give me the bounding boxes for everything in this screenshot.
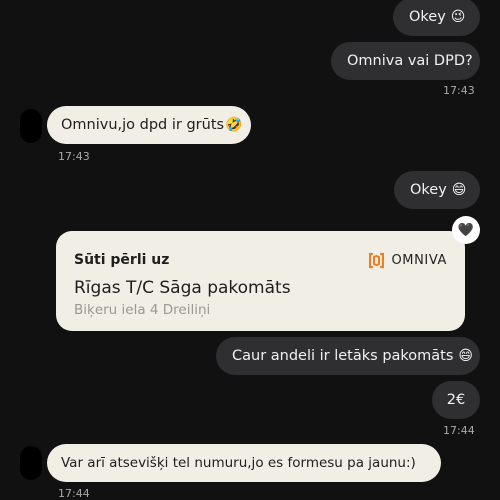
carrier-name: OMNIVA [391,252,447,268]
black-heart-icon: 🖤 [457,222,475,238]
avatar[interactable] [20,446,42,480]
grin-emoji-icon: 😄 [451,182,467,198]
parcel-locker-card[interactable]: Sūti pērli uz OMNIVA Rīgas T/C Sāga pako… [56,231,465,331]
message-text: Okey [410,182,447,198]
locker-name: Rīgas T/C Sāga pakomāts [74,278,291,298]
message-text: Omnivu,jo dpd ir grūts [61,117,225,133]
message-text: Okey [409,9,446,25]
message-text: Omniva vai DPD? [347,53,473,69]
message-text: 2€ [446,392,466,408]
avatar[interactable] [20,109,42,143]
message-timestamp: 17:43 [443,84,475,97]
message-bubble-outgoing[interactable]: Okey 😄 [394,171,480,209]
message-bubble-outgoing[interactable]: 2€ [432,381,480,419]
omniva-logo-icon [369,252,385,268]
wink-emoji-icon: 😉 [450,9,466,25]
message-bubble-incoming[interactable]: Omnivu,jo dpd ir grūts 🤣 [47,106,251,144]
message-timestamp: 17:44 [58,487,90,500]
message-text: Var arī atsevišķi tel numuru,jo es forme… [61,455,416,471]
locker-address: Biķeru iela 4 Dreiliņi [74,302,211,318]
message-bubble-incoming[interactable]: Var arī atsevišķi tel numuru,jo es forme… [47,444,441,482]
message-timestamp: 17:43 [58,150,90,163]
message-text: Caur andeli ir letāks pakomāts [232,348,454,364]
chat-view: Okey 😉 Omniva vai DPD? 17:43 Omnivu,jo d… [0,0,500,500]
message-bubble-outgoing[interactable]: Caur andeli ir letāks pakomāts 😄 [216,337,480,375]
message-bubble-outgoing[interactable]: Okey 😉 [393,0,480,36]
card-heading: Sūti pērli uz [74,252,170,268]
message-bubble-outgoing[interactable]: Omniva vai DPD? [331,42,480,80]
reaction-badge[interactable]: 🖤 [452,216,480,244]
rofl-emoji-icon: 🤣 [225,117,243,133]
message-timestamp: 17:44 [443,424,475,437]
grin-emoji-icon: 😄 [458,348,474,364]
omniva-logo: OMNIVA [369,252,447,269]
